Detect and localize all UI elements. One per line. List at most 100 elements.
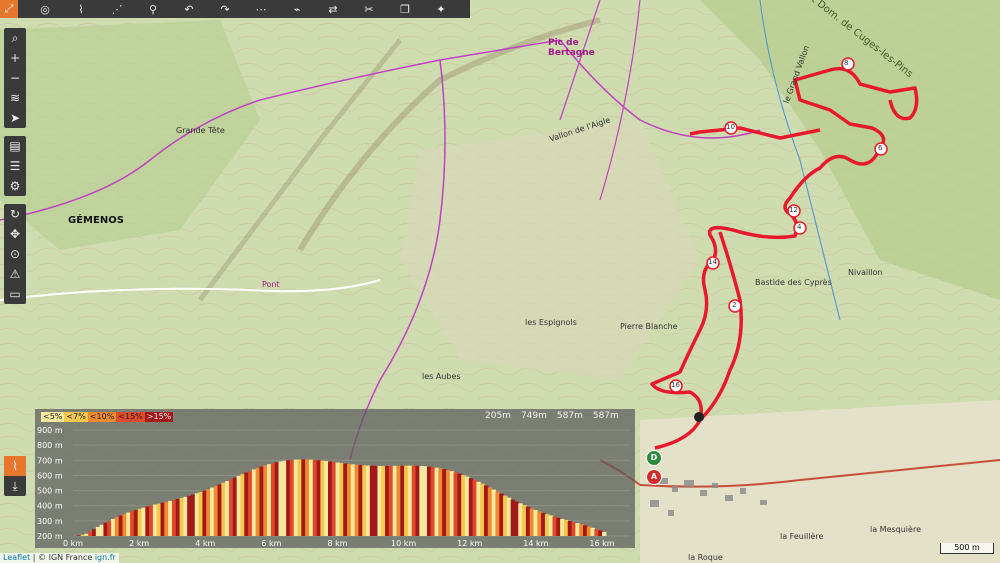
waypoint-label[interactable]: 4 — [797, 223, 801, 231]
waypoint-label[interactable]: 8 — [844, 59, 848, 67]
profile-segment — [525, 506, 531, 536]
download-icon[interactable]: ⤓ — [4, 476, 26, 496]
profile-segment — [461, 475, 466, 536]
profile-segment — [563, 519, 569, 536]
x-tick-label: 16 km — [589, 539, 614, 548]
profile-segment — [305, 459, 310, 536]
profile-segment — [445, 470, 451, 536]
slope-legend: <5% <7% <10% <15% >15% — [41, 412, 174, 422]
profile-segment — [171, 499, 177, 536]
zoom-out-icon[interactable]: − — [4, 68, 26, 88]
crop-icon[interactable]: ✂ — [360, 0, 378, 18]
fullscreen-icon[interactable]: ⤢ — [0, 0, 18, 18]
stat-max: 587m — [556, 411, 583, 421]
swap-icon[interactable]: ⇄ — [324, 0, 342, 18]
y-tick-label: 600 m — [37, 471, 63, 480]
print-icon[interactable]: ▤ — [4, 136, 26, 156]
profile-segment — [126, 512, 131, 536]
end-marker[interactable]: A — [646, 469, 662, 485]
hide-icon[interactable]: ◎ — [36, 0, 54, 18]
profile-icon[interactable]: ⌇ — [4, 456, 26, 476]
warning-icon[interactable]: ⚠ — [4, 264, 26, 284]
profile-segment — [400, 465, 405, 536]
profile-segment — [468, 478, 474, 536]
undo-icon[interactable]: ↶ — [180, 0, 198, 18]
profile-segment — [503, 495, 508, 536]
profile-segment — [217, 484, 222, 536]
profile-segment — [373, 465, 379, 536]
profile-segment — [506, 497, 512, 536]
leaflet-link[interactable]: Leaflet — [3, 553, 30, 562]
settings-icon[interactable]: ⚙ — [4, 176, 26, 196]
profile-segment — [263, 465, 268, 536]
waypoint-label[interactable]: 6 — [878, 144, 882, 152]
waypoint-label[interactable]: 10 — [726, 123, 735, 131]
profile-segment — [514, 501, 519, 536]
profile-segment — [434, 467, 439, 536]
waypoint-label[interactable]: 12 — [789, 206, 798, 214]
ign-credit: IGN France — [48, 553, 93, 562]
profile-segment — [331, 462, 337, 536]
profile-segment — [362, 465, 367, 536]
profile-segment — [560, 518, 565, 536]
refresh-icon[interactable]: ↻ — [4, 204, 26, 224]
profile-segment — [499, 493, 504, 536]
waypoint-label[interactable]: 16 — [671, 381, 680, 389]
profile-segment — [415, 465, 420, 536]
profile-segment — [107, 520, 112, 536]
profile-segment — [453, 472, 458, 536]
profile-segment — [510, 499, 516, 536]
profile-segment — [491, 489, 497, 536]
profile-segment — [533, 509, 538, 536]
locate-icon[interactable]: ➤ — [4, 108, 26, 128]
profile-segment — [320, 460, 325, 536]
pin-icon[interactable]: ⊙ — [4, 244, 26, 264]
profile-segment — [175, 498, 181, 536]
redo-icon[interactable]: ↷ — [216, 0, 234, 18]
profile-segment — [168, 500, 173, 536]
waypoints-icon[interactable]: ⋯ — [252, 0, 270, 18]
route-icon[interactable]: ⌇ — [72, 0, 90, 18]
attribution-sep: | © — [30, 553, 49, 562]
profile-segment — [179, 497, 184, 536]
share-icon[interactable]: ⋰ — [108, 0, 126, 18]
profile-segment — [575, 523, 580, 536]
profile-segment — [229, 479, 234, 536]
profile-segment — [354, 464, 360, 536]
place-label-bastide: Bastide des Cyprès — [755, 278, 832, 287]
profile-segment — [571, 522, 576, 536]
profile-segment — [426, 466, 432, 536]
profile-controls: ⌇ ⤓ — [4, 456, 26, 504]
profile-segment — [582, 525, 588, 536]
list-icon[interactable]: ☰ — [4, 156, 26, 176]
zoom-in-icon[interactable]: + — [4, 48, 26, 68]
profile-segment — [232, 477, 238, 536]
profile-segment — [114, 517, 120, 536]
profile-segment — [221, 482, 226, 536]
navigate-icon[interactable]: ✥ — [4, 224, 26, 244]
place-label-aubes: les Aubes — [422, 372, 461, 381]
layers-icon[interactable]: ≋ — [4, 88, 26, 108]
copy-icon[interactable]: ❐ — [396, 0, 414, 18]
zoom-search-icon[interactable]: ⌕ — [4, 28, 26, 48]
y-tick-label: 200 m — [37, 532, 63, 541]
profile-segment — [438, 468, 443, 536]
waypoint-label[interactable]: 2 — [732, 301, 736, 309]
profile-segment — [312, 459, 318, 536]
start-marker[interactable]: D — [646, 450, 662, 466]
waypoint-label[interactable]: 14 — [708, 258, 717, 266]
profile-segment — [472, 479, 477, 536]
bike-icon[interactable]: ⚲ — [144, 0, 162, 18]
left-sidebar: ⌕ + − ≋ ➤ ▤ ☰ ⚙ ↻ ✥ ⊙ ⚠ ▭ — [4, 28, 26, 312]
ign-link[interactable]: ign.fr — [95, 553, 116, 562]
measure-icon[interactable]: ▭ — [4, 284, 26, 304]
tips-icon[interactable]: ✦ — [432, 0, 450, 18]
profile-segment — [297, 459, 302, 536]
x-tick-label: 6 km — [261, 539, 281, 548]
profile-segment — [149, 505, 154, 536]
path-icon[interactable]: ⌁ — [288, 0, 306, 18]
profile-segment — [160, 502, 165, 536]
profile-segment — [381, 465, 386, 536]
stat-gain: 749m — [520, 411, 547, 421]
profile-segment — [586, 526, 592, 536]
